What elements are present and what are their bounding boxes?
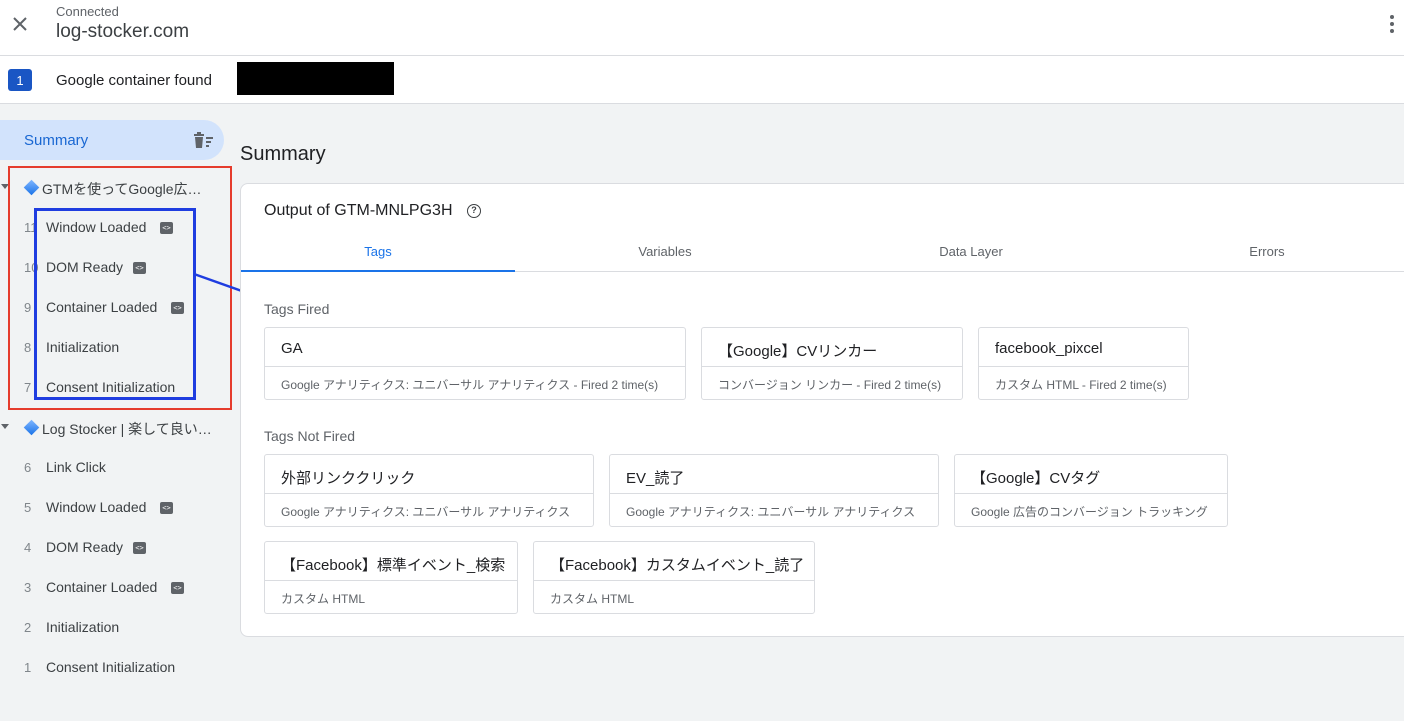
sidebar-group-header[interactable]: Log Stocker | 楽して良い… <box>0 413 224 443</box>
event-number: 1 <box>24 660 32 675</box>
page-title: Summary <box>240 143 326 165</box>
tag-card[interactable]: EV_読了 Google アナリティクス: ユニバーサル アナリティクス <box>609 454 939 527</box>
tag-divider <box>534 580 814 581</box>
close-icon[interactable] <box>8 12 32 36</box>
event-number: 3 <box>24 580 32 595</box>
event-label: Link Click <box>46 459 106 475</box>
tab-variables[interactable]: Variables <box>515 230 815 272</box>
tag-type: カスタム HTML <box>550 592 635 606</box>
event-label: DOM Ready <box>46 539 124 555</box>
event-label: Window Loaded <box>46 499 147 515</box>
output-title: Output of GTM-MNLPG3H <box>264 202 453 219</box>
tag-type: Google アナリティクス: ユニバーサル アナリティクス <box>626 505 916 519</box>
sidebar-summary-label: Summary <box>24 132 89 149</box>
code-icon: <> <box>160 502 173 514</box>
annotation-blue-rectangle <box>34 208 196 400</box>
tag-name: GA <box>281 340 303 357</box>
code-icon: <> <box>133 542 146 554</box>
connection-status: Connected <box>56 4 119 19</box>
tag-name: 【Facebook】カスタムイベント_読了 <box>550 557 805 574</box>
event-number: 4 <box>24 540 32 555</box>
tag-type: Google アナリティクス: ユニバーサル アナリティクス <box>281 505 571 519</box>
tag-name: facebook_pixcel <box>995 340 1103 357</box>
event-number: 6 <box>24 460 32 475</box>
event-label: Initialization <box>46 619 120 635</box>
tab-tags[interactable]: Tags <box>241 230 515 272</box>
tag-divider <box>979 366 1188 367</box>
sidebar-event-item[interactable]: 4 DOM Ready <> <box>0 533 224 563</box>
tag-card[interactable]: GA Google アナリティクス: ユニバーサル アナリティクス - Fired… <box>264 327 686 400</box>
event-label: Container Loaded <box>46 579 158 595</box>
tag-name: 外部リンククリック <box>281 470 416 487</box>
top-bar: Connected log-stocker.com <box>0 0 1404 56</box>
sidebar-event-item[interactable]: 5 Window Loaded <> <box>0 493 224 523</box>
clear-messages-icon[interactable] <box>192 130 214 150</box>
sidebar-event-item[interactable]: 1 Consent Initialization <box>0 653 224 683</box>
tags-fired-heading: Tags Fired <box>264 301 330 317</box>
sidebar-event-item[interactable]: 2 Initialization <box>0 613 224 643</box>
container-count-badge[interactable]: 1 <box>8 69 32 91</box>
output-card: Output of GTM-MNLPG3H ? Tags Variables D… <box>240 183 1404 637</box>
tag-divider <box>265 493 593 494</box>
tag-card[interactable]: 外部リンククリック Google アナリティクス: ユニバーサル アナリティクス <box>264 454 594 527</box>
tab-data-layer[interactable]: Data Layer <box>815 230 1127 272</box>
tag-name: 【Facebook】標準イベント_検索 <box>281 557 506 574</box>
container-found-label: Google container found <box>56 72 212 89</box>
tag-type: Google 広告のコンバージョン トラッキング <box>971 505 1208 519</box>
tag-divider <box>265 580 517 581</box>
sidebar-event-item[interactable]: 6 Link Click <box>0 453 224 483</box>
tags-not-fired-heading: Tags Not Fired <box>264 428 356 444</box>
event-label: Consent Initialization <box>46 659 176 675</box>
event-number: 2 <box>24 620 32 635</box>
tag-divider <box>610 493 938 494</box>
tag-name: 【Google】CVリンカー <box>718 343 878 360</box>
active-tab-indicator <box>241 270 515 272</box>
tag-card[interactable]: 【Google】CVリンカーコンバージョン リンカー - Fired 2 tim… <box>701 327 963 400</box>
sidebar-item-summary[interactable]: Summary <box>0 120 224 160</box>
output-tabs: Tags Variables Data Layer Errors <box>241 230 1404 272</box>
code-icon: <> <box>171 582 184 594</box>
container-bar: 1 Google container found <box>0 56 1404 104</box>
redacted-block <box>237 62 394 95</box>
event-number: 5 <box>24 500 32 515</box>
sidebar-group-label: Log Stocker | 楽して良い… <box>42 421 212 437</box>
tag-divider <box>702 366 962 367</box>
tag-card[interactable]: 【Facebook】標準イベント_検索 カスタム HTML <box>264 541 518 614</box>
tag-card[interactable]: facebook_pixcel カスタム HTML - Fired 2 time(… <box>978 327 1189 400</box>
tag-type: カスタム HTML <box>281 592 366 606</box>
tag-divider <box>955 493 1227 494</box>
sidebar-event-item[interactable]: 3 Container Loaded <> <box>0 573 224 603</box>
tab-errors[interactable]: Errors <box>1127 230 1404 272</box>
help-icon[interactable]: ? <box>467 204 481 218</box>
more-vert-icon[interactable] <box>1386 12 1398 36</box>
tag-name: EV_読了 <box>626 470 685 487</box>
diamond-icon <box>23 419 40 436</box>
tag-card[interactable]: 【Google】CVタグ Google 広告のコンバージョン トラッキング <box>954 454 1228 527</box>
tag-type: カスタム HTML - Fired 2 time(s) <box>995 378 1167 392</box>
tag-type: Google アナリティクス: ユニバーサル アナリティクス - Fired 2… <box>281 378 659 392</box>
tag-name: 【Google】CVタグ <box>971 470 1101 487</box>
tag-divider <box>265 366 685 367</box>
site-name: log-stocker.com <box>56 21 190 42</box>
tag-type: コンバージョン リンカー - Fired 2 time(s) <box>718 378 942 392</box>
caret-down-icon[interactable] <box>1 424 9 429</box>
tag-card[interactable]: 【Facebook】カスタムイベント_読了 カスタム HTML <box>533 541 815 614</box>
